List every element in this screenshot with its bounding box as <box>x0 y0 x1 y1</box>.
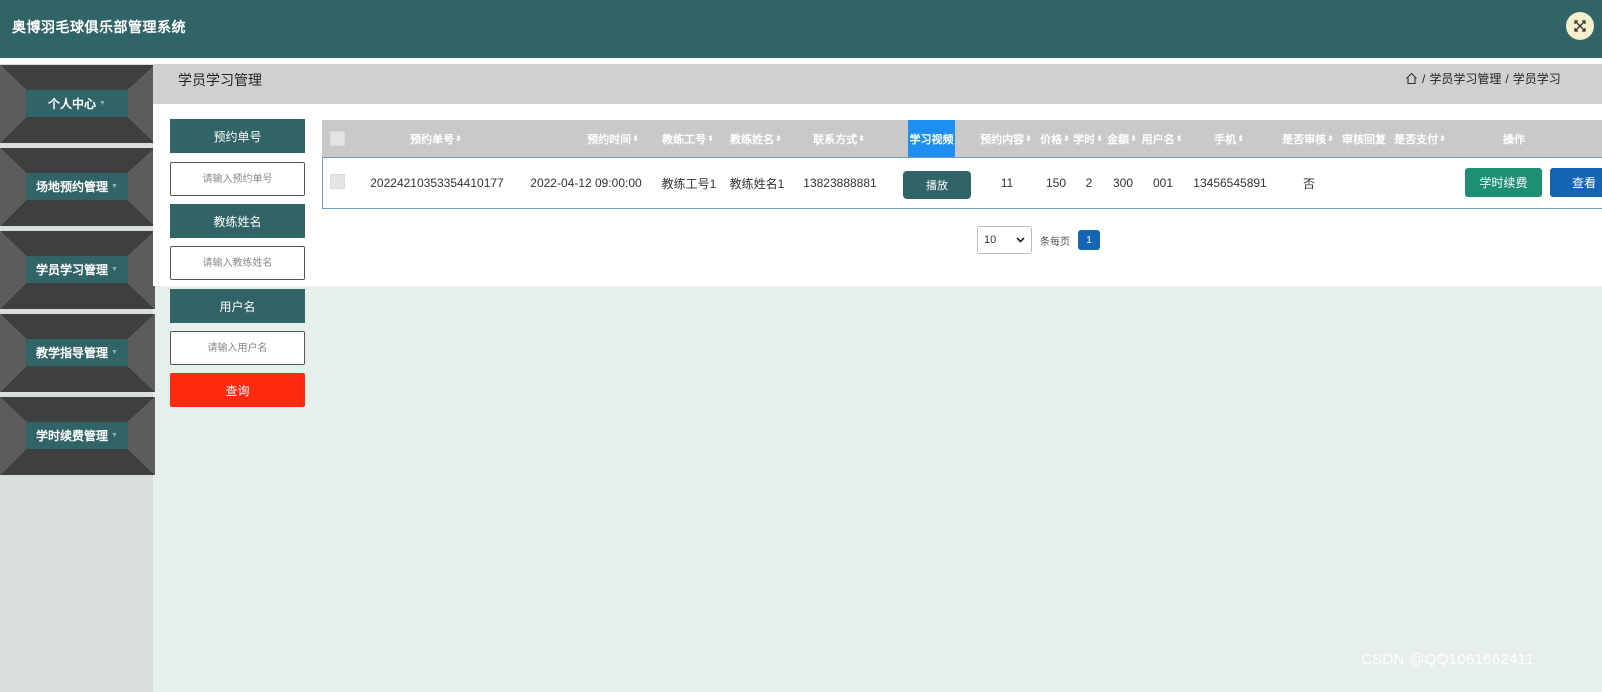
play-video-button[interactable]: 播放 <box>903 171 971 199</box>
chevron-down-icon: ▼ <box>111 349 118 356</box>
cell-coach-name: 教练姓名1 <box>729 176 785 191</box>
coach-name-label: 教练姓名 <box>170 204 305 238</box>
sidebar-item-student-learning[interactable]: 学员学习管理 ▼ <box>0 231 155 309</box>
sidebar: 个人中心 ▼ 场地预约管理 ▼ 学员学习管理 ▼ 教学指导管理 ▼ 学时续费管理 ▼ <box>0 64 155 692</box>
cell-contact: 13823888881 <box>803 176 877 190</box>
page-size-value: 10 <box>984 234 997 246</box>
column-header[interactable]: 预约内容 ⬍ <box>976 120 1036 157</box>
breadcrumb-separator: / <box>1422 71 1426 86</box>
breadcrumb-separator: / <box>1505 71 1509 86</box>
sidebar-item-label: 学时续费管理 <box>36 429 109 443</box>
sidebar-item-label: 教学指导管理 <box>36 346 109 360</box>
sort-icon: ⬍ <box>1327 134 1334 143</box>
cell-phone: 13456545891 <box>1193 176 1267 190</box>
per-page-label: 条每页 <box>1040 237 1070 248</box>
breadcrumb-item[interactable]: 学员学习 <box>1513 70 1561 87</box>
username-input[interactable] <box>170 331 305 365</box>
column-header: 学习视频 <box>908 120 955 157</box>
cell-content: 11 <box>1000 176 1014 190</box>
cell-amount: 300 <box>1112 176 1134 190</box>
top-header: 奥博羽毛球俱乐部管理系统 <box>0 0 1602 58</box>
sidebar-item-teaching-guidance[interactable]: 教学指导管理 ▼ <box>0 314 155 392</box>
column-header[interactable]: 预约单号 ⬍ <box>352 120 520 157</box>
order-no-input[interactable] <box>170 162 305 196</box>
renew-hours-button[interactable]: 学时续费 <box>1465 168 1542 197</box>
sort-icon: ⬍ <box>1130 134 1137 143</box>
sidebar-item-label: 个人中心 <box>48 97 97 111</box>
home-icon[interactable] <box>1405 72 1418 85</box>
sort-icon: ⬍ <box>707 134 714 143</box>
watermark: CSDN @QQ1061662411 <box>1361 651 1534 668</box>
page-title: 学员学习管理 <box>178 72 262 88</box>
sort-icon: ⬍ <box>1175 134 1183 143</box>
cell-username: 001 <box>1152 176 1174 190</box>
sort-icon: ⬍ <box>632 134 639 143</box>
chevron-down-icon <box>1016 237 1025 243</box>
sort-icon: ⬍ <box>1025 134 1032 143</box>
cell-reviewed: 否 <box>1302 176 1315 191</box>
coach-name-input[interactable] <box>170 246 305 280</box>
column-header[interactable]: 手机 ⬍ <box>1194 120 1264 157</box>
sidebar-item-hours-renewal[interactable]: 学时续费管理 ▼ <box>0 397 155 475</box>
select-all-checkbox[interactable] <box>330 131 345 146</box>
sidebar-item-label: 场地预约管理 <box>36 180 109 194</box>
chevron-down-icon: ▼ <box>111 183 118 190</box>
cell-hours: 2 <box>1085 176 1093 190</box>
breadcrumb: / 学员学习管理 / 学员学习 <box>1405 70 1561 87</box>
table-header: 预约单号 ⬍ 预约时间 ⬍ 教练工号 ⬍ 教练姓名 ⬍ 联系方式 ⬍ 学习视频 预约内容 ⬍… <box>322 120 1602 157</box>
column-header[interactable]: 联系方式 ⬍ <box>794 120 884 157</box>
sidebar-item-venue-booking[interactable]: 场地预约管理 ▼ <box>0 148 155 226</box>
sort-icon: ⬍ <box>455 134 462 143</box>
cell-review-reply <box>1339 158 1391 208</box>
app-title: 奥博羽毛球俱乐部管理系统 <box>12 19 186 35</box>
page-button[interactable]: 1 <box>1078 230 1100 250</box>
fullscreen-button[interactable] <box>1566 12 1594 40</box>
breadcrumb-bar: 学员学习管理 / 学员学习管理 / 学员学习 <box>153 64 1602 104</box>
chevron-down-icon: ▼ <box>111 432 118 439</box>
page-size-select[interactable]: 10 <box>977 226 1032 254</box>
chevron-down-icon: ▼ <box>111 266 118 273</box>
breadcrumb-item[interactable]: 学员学习管理 <box>1429 70 1501 87</box>
query-button[interactable]: 查询 <box>170 373 305 407</box>
cell-price: 150 <box>1045 176 1067 190</box>
cell-booking-time: 2022-04-12 09:00:00 <box>530 176 642 190</box>
column-header: 审核回复 <box>1342 133 1386 146</box>
column-header[interactable]: 用户名 ⬍ <box>1139 120 1185 157</box>
column-header[interactable]: 金额 ⬍ <box>1105 120 1139 157</box>
sort-icon: ⬍ <box>1063 134 1070 143</box>
sidebar-item-personal-center[interactable]: 个人中心 ▼ <box>0 65 155 143</box>
username-label: 用户名 <box>170 289 305 323</box>
row-checkbox[interactable] <box>330 174 345 189</box>
sort-icon: ⬍ <box>775 134 782 143</box>
cell-paid <box>1391 158 1451 208</box>
sort-icon: ⬍ <box>1096 134 1103 143</box>
column-header[interactable]: 教练工号 ⬍ <box>658 120 718 157</box>
sort-icon: ⬍ <box>1237 134 1244 143</box>
sort-icon: ⬍ <box>858 134 865 143</box>
column-header[interactable]: 价格 ⬍ <box>1038 120 1072 157</box>
order-no-label: 预约单号 <box>170 119 305 153</box>
table-row[interactable]: 20224210353354410177 2022-04-12 09:00:00… <box>322 157 1602 209</box>
sidebar-item-label: 学员学习管理 <box>36 263 109 277</box>
cell-order-no: 20224210353354410177 <box>370 176 504 190</box>
chevron-down-icon: ▼ <box>99 100 106 107</box>
column-header: 操作 <box>1503 133 1525 146</box>
column-header[interactable]: 是否审核 ⬍ <box>1278 120 1338 157</box>
column-header[interactable]: 学时 ⬍ <box>1072 120 1104 157</box>
fullscreen-icon <box>1574 20 1586 32</box>
column-header[interactable]: 教练姓名 ⬍ <box>726 120 786 157</box>
cell-coach-id: 教练工号1 <box>661 176 717 191</box>
view-button[interactable]: 查看 <box>1550 168 1602 197</box>
column-header[interactable]: 是否支付 ⬍ <box>1390 120 1450 157</box>
sort-icon: ⬍ <box>1439 134 1446 143</box>
